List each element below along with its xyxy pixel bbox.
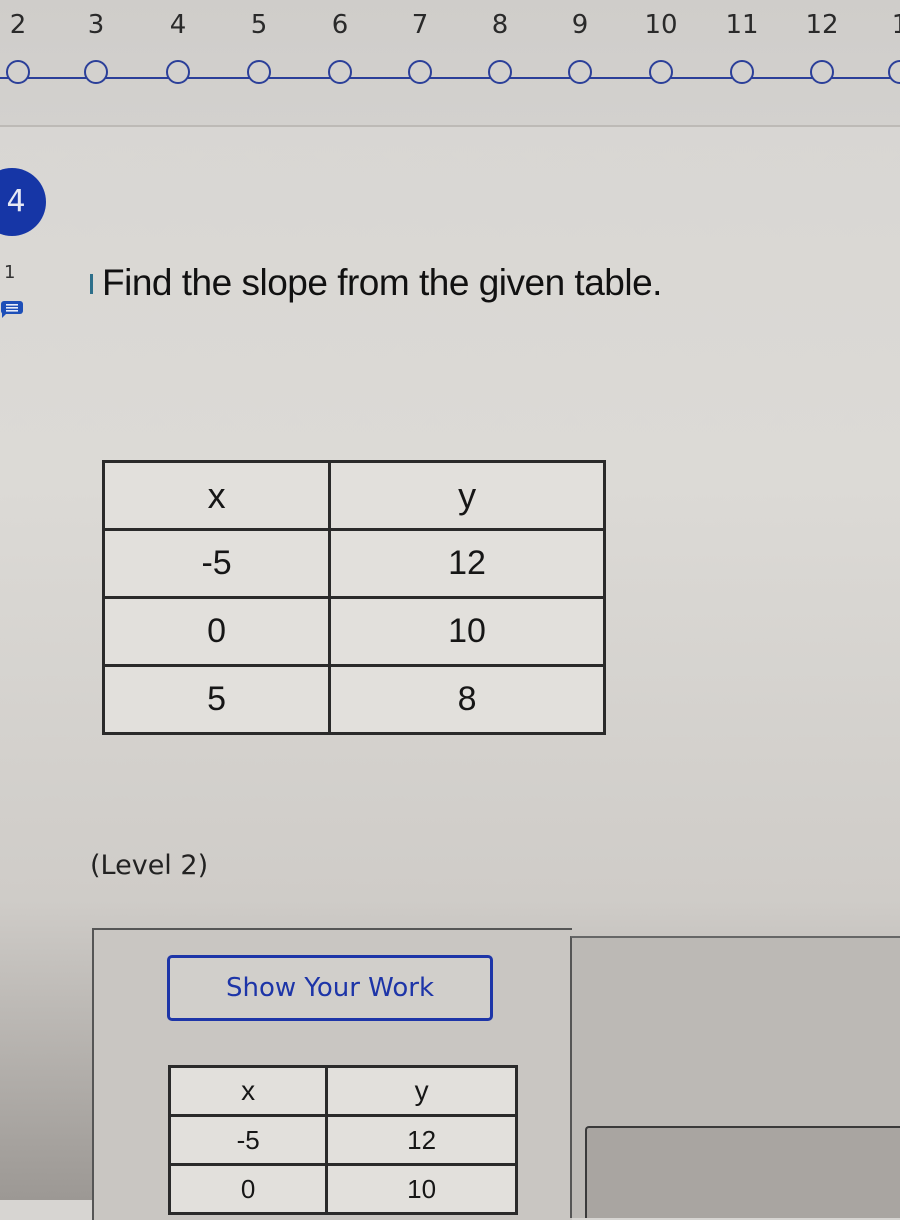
- progress-step[interactable]: 5: [229, 10, 289, 84]
- table-row: -5 12: [101, 528, 606, 599]
- progress-step[interactable]: 11: [712, 10, 772, 84]
- step-label: 5: [250, 10, 268, 40]
- question-number-badge[interactable]: 4: [0, 168, 46, 236]
- step-circle-icon: [568, 60, 592, 84]
- cell-y: 12: [328, 528, 606, 599]
- step-label: 4: [169, 10, 187, 40]
- progress-step[interactable]: 8: [470, 10, 530, 84]
- work-data-table: x y -5 12 0 10: [167, 1065, 518, 1215]
- step-label: 3: [87, 10, 105, 40]
- table-row: 0 10: [101, 596, 606, 667]
- progress-step[interactable]: 2: [0, 10, 48, 84]
- step-circle-icon: [488, 60, 512, 84]
- progress-step[interactable]: 9: [550, 10, 610, 84]
- step-label: 11: [725, 10, 759, 40]
- step-circle-icon: [166, 60, 190, 84]
- progress-step[interactable]: 12: [792, 10, 852, 84]
- column-header-x: x: [101, 460, 332, 531]
- question-prompt: Find the slope from the given table.: [102, 262, 662, 303]
- column-header-y: y: [325, 1065, 518, 1117]
- progress-track: [0, 77, 900, 79]
- step-label: 7: [411, 10, 429, 40]
- question-progress-bar: 2 3 4 5 6 7 8 9 10 11 12 1: [0, 0, 900, 127]
- progress-step[interactable]: 4: [148, 10, 208, 84]
- step-circle-icon: [888, 60, 900, 84]
- step-circle-icon: [649, 60, 673, 84]
- step-circle-icon: [730, 60, 754, 84]
- data-table: x y -5 12 0 10 5 8: [101, 460, 606, 735]
- table-row: -5 12: [167, 1114, 518, 1166]
- step-circle-icon: [6, 60, 30, 84]
- step-circle-icon: [247, 60, 271, 84]
- progress-step[interactable]: 10: [631, 10, 691, 84]
- cell-y: 10: [325, 1163, 518, 1215]
- table-header-row: x y: [167, 1065, 518, 1117]
- step-label: 6: [331, 10, 349, 40]
- question-points: 1: [4, 262, 16, 283]
- table-row: 5 8: [101, 664, 606, 735]
- progress-step[interactable]: 3: [66, 10, 126, 84]
- step-circle-icon: [328, 60, 352, 84]
- table-row: 0 10: [167, 1163, 518, 1215]
- column-header-x: x: [167, 1065, 329, 1117]
- text-cursor: [90, 274, 93, 294]
- step-label: 2: [9, 10, 27, 40]
- answer-input[interactable]: [585, 1126, 900, 1218]
- step-label: 12: [805, 10, 839, 40]
- cell-y: 12: [325, 1114, 518, 1166]
- progress-step[interactable]: 1: [870, 10, 900, 84]
- show-your-work-button[interactable]: Show Your Work: [167, 955, 493, 1021]
- step-circle-icon: [408, 60, 432, 84]
- cell-y: 10: [328, 596, 606, 667]
- progress-step[interactable]: 7: [390, 10, 450, 84]
- cell-y: 8: [328, 664, 606, 735]
- step-label: 1: [891, 10, 900, 40]
- difficulty-level: (Level 2): [90, 850, 209, 881]
- progress-step[interactable]: 6: [310, 10, 370, 84]
- table-header-row: x y: [101, 460, 606, 531]
- step-label: 8: [491, 10, 509, 40]
- step-label: 9: [571, 10, 589, 40]
- cell-x: 5: [101, 664, 332, 735]
- cell-x: 0: [167, 1163, 329, 1215]
- cell-x: -5: [167, 1114, 329, 1166]
- step-circle-icon: [810, 60, 834, 84]
- step-circle-icon: [84, 60, 108, 84]
- cell-x: 0: [101, 596, 332, 667]
- column-header-y: y: [328, 460, 606, 531]
- comment-icon[interactable]: [0, 300, 24, 318]
- step-label: 10: [644, 10, 678, 40]
- cell-x: -5: [101, 528, 332, 599]
